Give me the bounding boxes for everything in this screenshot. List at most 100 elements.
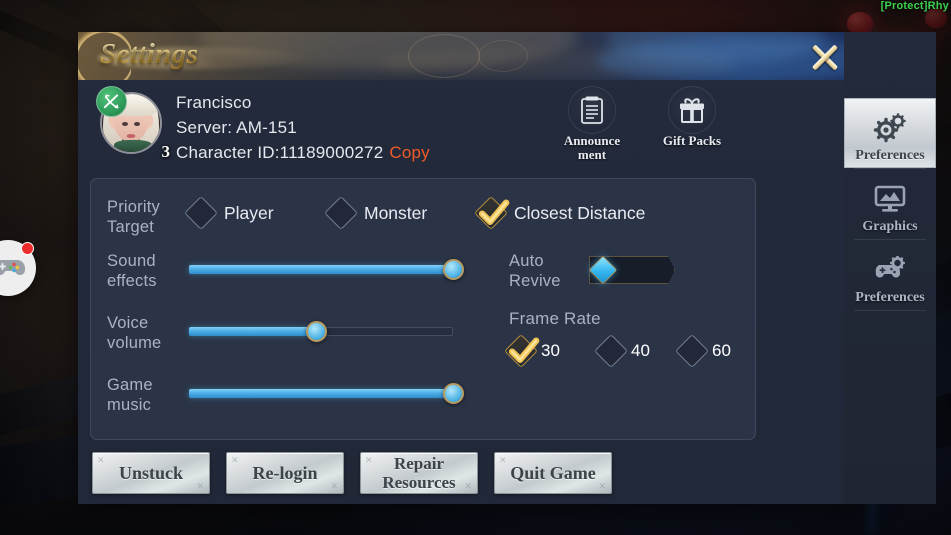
- account-server: Server: AM-151: [176, 118, 297, 137]
- voice-volume-label-line2: volume: [107, 334, 162, 352]
- diamond-checkbox: [324, 196, 358, 230]
- gift-packs-button[interactable]: Gift Packs: [656, 86, 728, 162]
- gift-icon: [680, 98, 704, 123]
- announcement-button[interactable]: Announce ment: [556, 86, 628, 162]
- button-watermark: ✕: [464, 481, 472, 491]
- re-login-button-label: Re-login: [252, 462, 318, 483]
- gamepad-gear-icon: [872, 252, 908, 288]
- title-ring-decoration: [408, 34, 480, 78]
- priority-target-label-line1: Priority: [107, 198, 160, 216]
- unstuck-button[interactable]: ✕ ✕ Unstuck: [92, 452, 210, 494]
- re-login-button[interactable]: ✕ ✕ Re-login: [226, 452, 344, 494]
- button-watermark: ✕: [231, 455, 239, 465]
- slider-fill: [189, 265, 453, 274]
- repair-resources-button-label-line2: Resources: [382, 473, 456, 492]
- button-watermark: ✕: [598, 481, 606, 491]
- bottom-button-bar: ✕ ✕ Unstuck ✕ ✕ Re-login ✕ ✕ Repair Reso…: [92, 452, 612, 494]
- sound-effects-row: Sound effects Auto Revive: [91, 251, 755, 295]
- slider-handle[interactable]: [305, 321, 327, 342]
- dialog-title-bar: Settings: [78, 32, 866, 80]
- priority-target-label-line2: Target: [107, 218, 155, 236]
- priority-option-monster[interactable]: Monster: [324, 196, 428, 230]
- gamepad-icon: [0, 260, 25, 275]
- slider-handle[interactable]: [443, 259, 464, 280]
- priority-option-closest-distance-label: Closest Distance: [514, 202, 646, 223]
- quit-game-button-label: Quit Game: [510, 462, 596, 483]
- priority-option-closest-distance[interactable]: Closest Distance: [474, 196, 646, 230]
- frame-rate-label: Frame Rate: [509, 309, 601, 328]
- button-watermark: ✕: [365, 455, 373, 465]
- priority-option-player-label: Player: [224, 202, 274, 223]
- settings-sidebar: Preferences Graphics Preferences: [844, 32, 936, 504]
- avatar[interactable]: 3: [96, 86, 170, 161]
- game-music-label-line2: music: [107, 396, 152, 414]
- close-icon[interactable]: [806, 38, 844, 76]
- priority-option-monster-label: Monster: [364, 202, 428, 223]
- frame-rate-option-60-label: 60: [712, 341, 731, 360]
- voice-volume-label-line1: Voice: [107, 314, 149, 332]
- sidebar-item-graphics[interactable]: Graphics: [844, 169, 936, 239]
- copy-button[interactable]: Copy: [389, 143, 430, 162]
- frame-rate-option-30[interactable]: 30: [504, 334, 560, 368]
- sidebar-divider: [854, 310, 926, 311]
- voice-volume-row: Voice volume Frame Rate 30 40 60: [91, 309, 755, 368]
- sound-effects-label-line2: effects: [107, 272, 157, 290]
- button-watermark: ✕: [330, 481, 338, 491]
- button-watermark: ✕: [499, 455, 507, 465]
- background-notice-text: [Protect]Rhy: [880, 0, 949, 12]
- level-badge: 3: [161, 142, 171, 161]
- button-watermark: ✕: [97, 455, 105, 465]
- settings-dialog: Settings 3 Francisco Server: AM-151 Char…: [78, 32, 936, 504]
- announcement-label-line2: ment: [577, 147, 607, 162]
- priority-option-player[interactable]: Player: [184, 196, 274, 230]
- unstuck-button-label: Unstuck: [118, 462, 184, 483]
- auto-revive-label-line1: Auto: [509, 252, 544, 270]
- frame-rate-option-40-label: 40: [631, 341, 650, 360]
- sidebar-item-preferences-2-label: Preferences: [855, 290, 925, 305]
- sidebar-item-preferences-label: Preferences: [855, 148, 925, 163]
- diamond-checkbox: [184, 196, 218, 230]
- page-title: Settings: [100, 38, 199, 70]
- game-music-row: Game music: [91, 375, 755, 419]
- repair-resources-button-label-line1: Repair: [393, 454, 445, 473]
- checkmark-icon: [508, 337, 540, 363]
- slider-handle[interactable]: [443, 383, 464, 404]
- sidebar-item-preferences-2[interactable]: Preferences: [844, 240, 936, 310]
- quit-game-button[interactable]: ✕ ✕ Quit Game: [494, 452, 612, 494]
- settings-panel: Priority Target Player Monster Closest D…: [90, 178, 756, 440]
- sound-effects-slider[interactable]: [189, 259, 464, 280]
- gears-icon: [873, 110, 907, 146]
- diamond-checkbox-selected: [504, 334, 540, 368]
- header-icon-group: Announce ment Gift Packs: [556, 86, 728, 162]
- auto-revive-toggle[interactable]: [588, 255, 675, 285]
- diamond-checkbox-selected: [474, 196, 510, 230]
- voice-volume-slider[interactable]: [189, 321, 453, 342]
- announcement-label-line1: Announce: [563, 133, 621, 148]
- slider-fill: [189, 327, 316, 336]
- monitor-icon: [873, 181, 907, 217]
- frame-rate-option-30-label: 30: [541, 341, 560, 360]
- title-ring-decoration: [478, 40, 528, 72]
- sidebar-item-graphics-label: Graphics: [862, 219, 918, 234]
- sound-effects-label-line1: Sound: [107, 252, 156, 270]
- sidebar-item-preferences[interactable]: Preferences: [844, 98, 936, 168]
- frame-rate-option-40[interactable]: 40: [594, 334, 650, 368]
- account-info: Francisco Server: AM-151 Character ID:11…: [176, 90, 430, 165]
- account-name: Francisco: [176, 93, 252, 112]
- checkmark-icon: [478, 199, 510, 225]
- notification-dot: [21, 242, 34, 255]
- repair-resources-button[interactable]: ✕ ✕ Repair Resources: [360, 452, 478, 494]
- diamond-checkbox: [675, 334, 709, 368]
- announcement-icon: [581, 96, 603, 124]
- gift-packs-label: Gift Packs: [662, 133, 722, 148]
- slider-fill: [189, 389, 453, 398]
- frame-rate-option-60[interactable]: 60: [675, 334, 731, 368]
- button-watermark: ✕: [196, 481, 204, 491]
- auto-revive-label-line2: Revive: [509, 272, 561, 290]
- crossed-bow-icon: [96, 86, 127, 117]
- character-id: Character ID:11189000272: [176, 143, 384, 162]
- priority-target-row: Priority Target Player Monster Closest D…: [91, 195, 755, 239]
- account-row: 3 Francisco Server: AM-151 Character ID:…: [78, 80, 866, 162]
- game-music-label-line1: Game: [107, 376, 153, 394]
- game-music-slider[interactable]: [189, 383, 464, 404]
